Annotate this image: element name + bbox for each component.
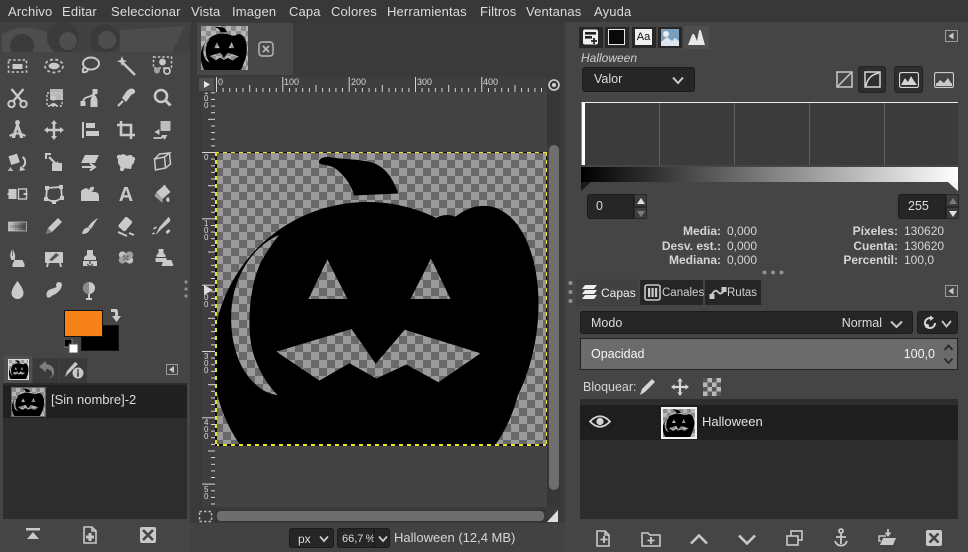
svg-text:300: 300 [417,77,432,87]
svg-text:0: 0 [204,153,209,162]
svg-text:0: 0 [204,101,209,110]
svg-text:0: 0 [204,492,209,501]
svg-text:0: 0 [204,366,209,375]
svg-text:400: 400 [483,77,498,87]
svg-text:0: 0 [204,233,209,242]
svg-text:200: 200 [351,77,366,87]
svg-text:A: A [119,184,133,206]
svg-text:0: 0 [218,77,223,87]
svg-text:100: 100 [284,77,299,87]
svg-text:0: 0 [204,300,209,309]
svg-text:0: 0 [204,432,209,441]
